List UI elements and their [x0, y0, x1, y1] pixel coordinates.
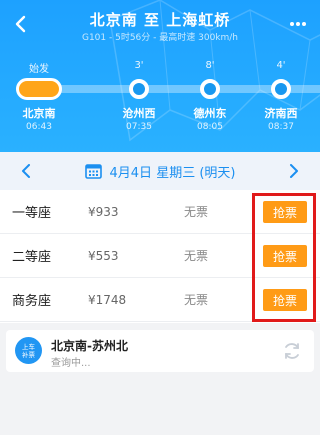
stop-1-marker: [129, 79, 149, 99]
more-dots-icon: [290, 22, 306, 26]
seat-class: 二等座: [12, 250, 52, 265]
origin-marker: [16, 78, 62, 100]
seat-availability: 无票: [184, 205, 209, 219]
stop-3-note: 4': [276, 60, 286, 71]
stop-1-time: 07:35: [126, 122, 152, 132]
transfer-status: 查询中...: [51, 358, 91, 369]
transfer-route: 北京南-苏州北: [51, 339, 128, 353]
seat-availability: 无票: [184, 249, 209, 263]
date-picker[interactable]: 4月4日 星期三 (明天): [84, 162, 236, 181]
chevron-right-icon: [290, 164, 298, 178]
train-info: G101 - 5时56分 - 最高时速 300km/h: [81, 33, 239, 43]
onboard-ticket-badge: 上车 补票: [15, 337, 42, 364]
next-day-button[interactable]: [284, 161, 304, 181]
stop-timeline[interactable]: 始发 北京南 06:43 3' 沧州西 07:35 8' 德州东 08:05 4…: [0, 58, 320, 148]
stop-0-note: 始发: [29, 64, 49, 75]
more-button[interactable]: [284, 10, 312, 38]
train-detail-page: 北京南 至 上海虹桥 G101 - 5时56分 - 最高时速 300km/h 始…: [0, 0, 320, 435]
refresh-icon[interactable]: [282, 341, 302, 361]
seat-price: ¥1748: [88, 292, 127, 307]
stop-0-name[interactable]: 北京南: [4, 105, 74, 121]
seat-class: 商务座: [12, 294, 52, 309]
seat-price: ¥553: [88, 248, 119, 263]
seat-class: 一等座: [12, 206, 52, 221]
badge-line-1: 上车: [22, 342, 35, 351]
seat-availability: 无票: [184, 293, 209, 307]
header: 北京南 至 上海虹桥 G101 - 5时56分 - 最高时速 300km/h 始…: [0, 0, 320, 152]
stop-2-time: 08:05: [197, 122, 223, 132]
date-selector: 4月4日 星期三 (明天): [0, 152, 320, 190]
previous-day-button[interactable]: [16, 161, 36, 181]
calendar-icon: [84, 164, 102, 179]
annotation-highlight-box: [252, 193, 316, 322]
selected-date: 4月4日 星期三 (明天): [109, 165, 236, 181]
stop-2-marker: [200, 79, 220, 99]
stop-3-marker: [271, 79, 291, 99]
stop-0-time: 06:43: [26, 122, 52, 132]
chevron-left-icon: [22, 164, 30, 178]
stop-2-note: 8': [205, 60, 215, 71]
seat-price: ¥933: [88, 204, 119, 219]
stop-1-note: 3': [134, 60, 144, 71]
transfer-card[interactable]: 上车 补票 北京南-苏州北 查询中...: [6, 330, 314, 372]
badge-line-2: 补票: [22, 350, 35, 359]
page-title: 北京南 至 上海虹桥: [89, 11, 231, 29]
stop-2-name[interactable]: 德州东: [175, 105, 245, 121]
stop-1-name[interactable]: 沧州西: [104, 105, 174, 121]
stop-3-time: 08:37: [268, 122, 294, 132]
stop-3-name[interactable]: 济南西: [246, 105, 316, 121]
